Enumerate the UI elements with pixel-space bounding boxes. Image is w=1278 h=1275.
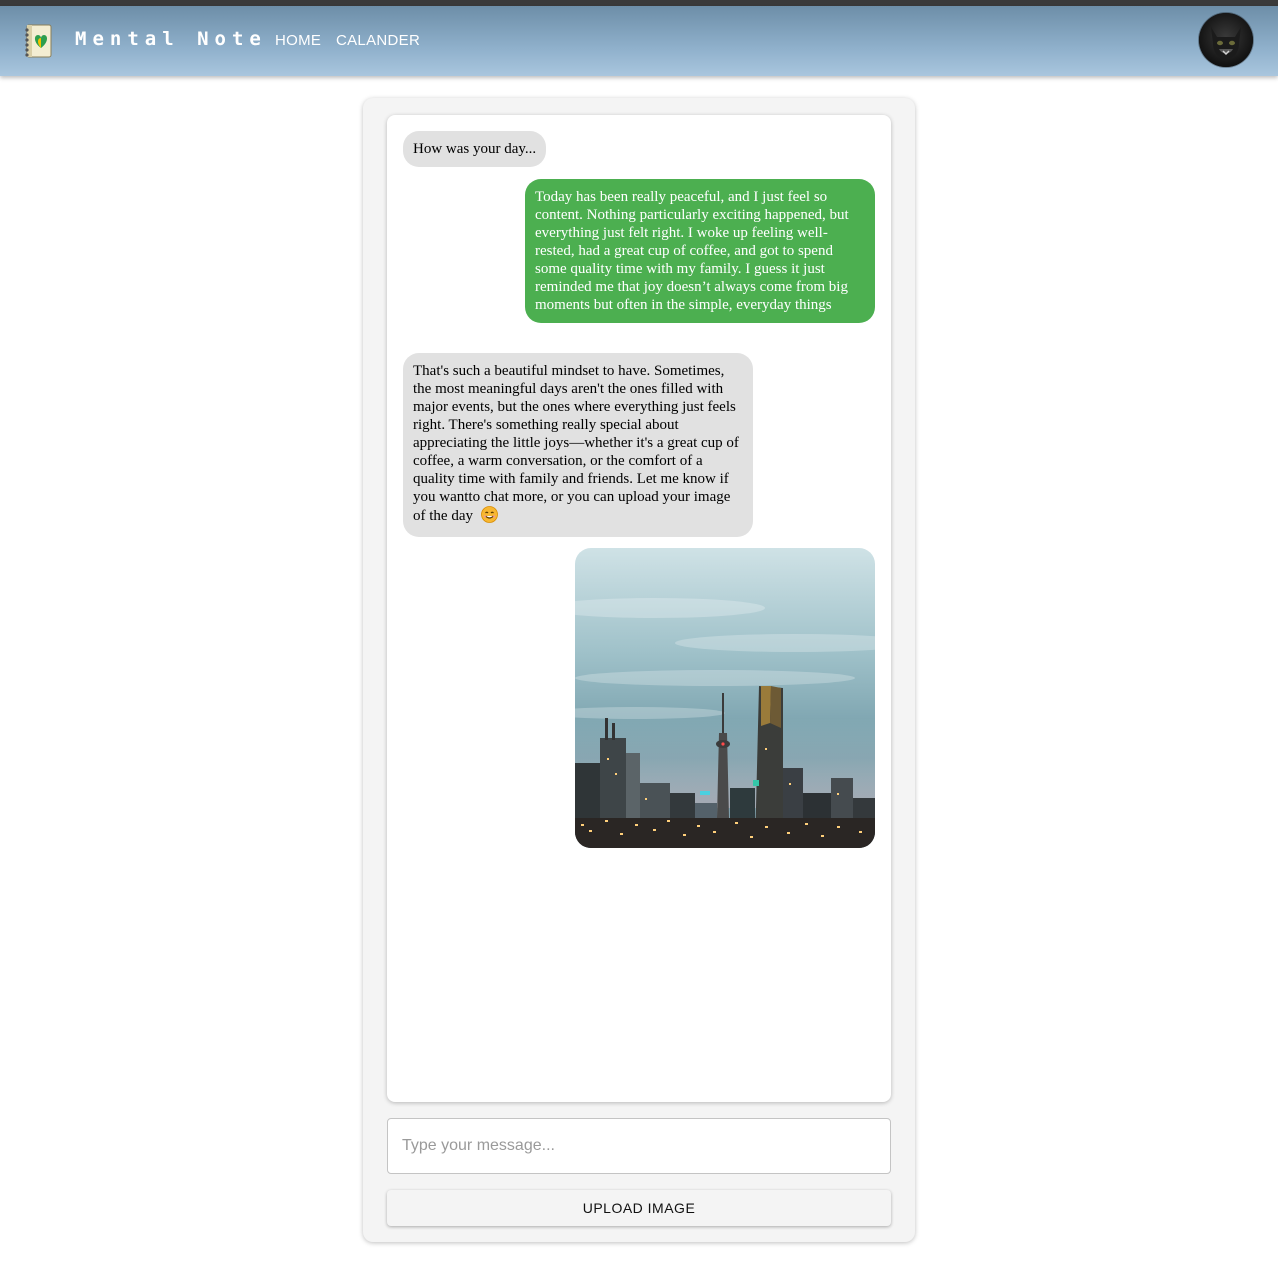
bot-message: That's such a beautiful mindset to have.…	[403, 353, 753, 537]
avatar[interactable]	[1199, 13, 1253, 67]
message-text: That's such a beautiful mindset to have.…	[413, 363, 739, 524]
nav-calander[interactable]: CALANDER	[336, 32, 420, 49]
message-text: Today has been really peaceful, and I ju…	[535, 189, 849, 313]
bot-message: How was your day...	[403, 131, 547, 167]
app-bar: Mental Note HOME CALANDER	[0, 6, 1278, 76]
message-input[interactable]	[387, 1118, 891, 1174]
user-message: Today has been really peaceful, and I ju…	[525, 179, 875, 323]
chat-card: How was your day... Today has been reall…	[363, 98, 915, 1242]
upload-image-button[interactable]: UPLOAD IMAGE	[387, 1190, 891, 1226]
smiling-face-emoji-icon	[480, 506, 498, 528]
uploaded-city-skyline-image[interactable]	[575, 548, 875, 848]
nav-home[interactable]: HOME	[275, 32, 321, 49]
chat-panel[interactable]: How was your day... Today has been reall…	[387, 115, 891, 1102]
notebook-heart-icon[interactable]	[23, 24, 53, 58]
message-text: How was your day...	[413, 141, 537, 157]
brand-title: Mental Note	[75, 28, 267, 50]
